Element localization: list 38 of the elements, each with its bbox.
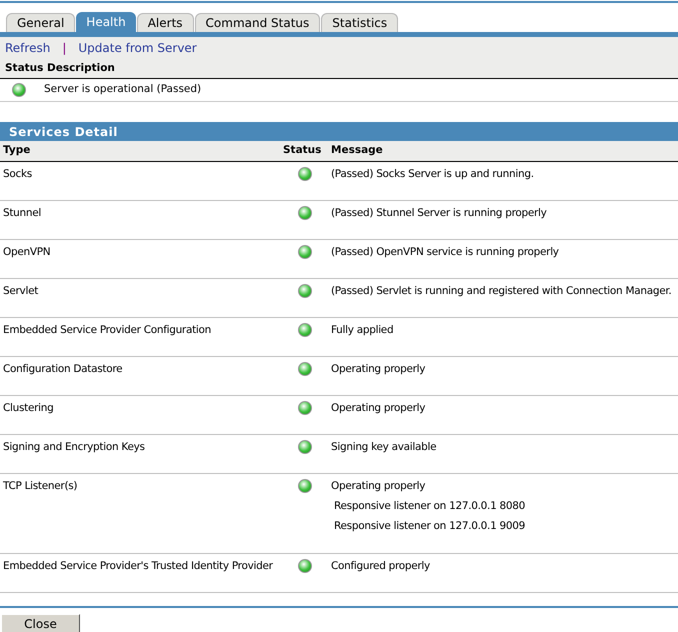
type-text: Socks: [2, 167, 33, 182]
message-text: Operating properly: [331, 479, 426, 494]
tab[interactable]: Health: [76, 12, 136, 32]
tab[interactable]: Statistics: [321, 13, 398, 32]
message-text: Configured properly: [331, 559, 431, 574]
type-text: Embedded Service Provider Configuration: [2, 323, 212, 338]
type-text: TCP Listener(s): [2, 479, 78, 494]
description-text: Server is operational (Passed): [44, 82, 202, 98]
message-text: (Passed) Servlet is running and registered with Connection Manager.: [331, 284, 672, 299]
type-text: Signing and Encryption Keys: [2, 440, 146, 455]
type-text: Servlet: [2, 284, 40, 299]
message-text: Operating properly: [331, 401, 426, 416]
type-text: Stunnel: [2, 206, 42, 221]
message-detail: Responsive listener on 127.0.0.1 9009: [333, 518, 526, 534]
type-text: Embedded Service Provider's Trusted Identity Provider: [2, 559, 274, 574]
tab[interactable]: Alerts: [136, 13, 194, 32]
separator: |: [62, 40, 66, 57]
tab[interactable]: General: [6, 13, 76, 32]
type-text: OpenVPN: [2, 245, 52, 260]
tab[interactable]: Command Status: [194, 13, 320, 32]
message-text: Signing key available: [331, 440, 438, 455]
type-text: Clustering: [2, 401, 55, 416]
column-header: Status: [283, 143, 322, 158]
message-text: (Passed) Socks Server is up and running.: [331, 167, 535, 182]
message-text: (Passed) Stunnel Server is running properly: [331, 206, 548, 221]
message-text: (Passed) OpenVPN service is running properly: [331, 245, 560, 260]
column-header: Description: [47, 60, 115, 76]
message-detail: Responsive listener on 127.0.0.1 8080: [333, 498, 526, 514]
type-text: Configuration Datastore: [2, 362, 124, 377]
column-header: Message: [331, 143, 384, 158]
close-button[interactable]: Close: [1, 614, 80, 632]
toolbar-link[interactable]: Update from Server: [78, 39, 197, 57]
section-header: Services Detail: [0, 122, 678, 141]
message-text: Operating properly: [331, 362, 426, 377]
column-header: Type: [2, 143, 32, 158]
message-text: Fully applied: [331, 323, 394, 338]
toolbar-link[interactable]: Refresh: [5, 39, 50, 57]
column-header: Status: [5, 60, 44, 76]
